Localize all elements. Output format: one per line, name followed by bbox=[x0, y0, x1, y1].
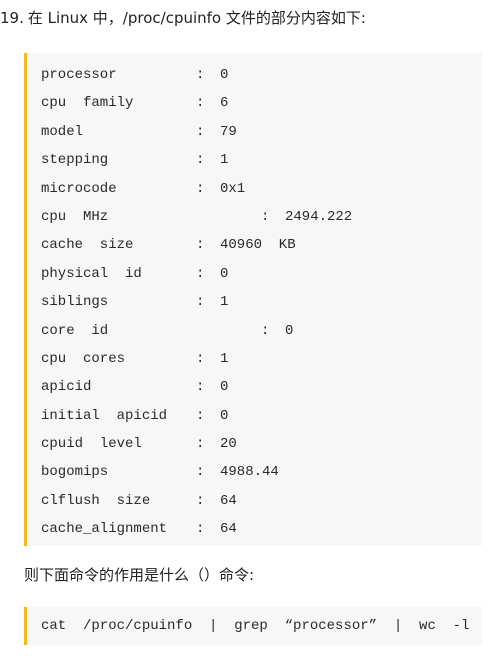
code-value: 20 bbox=[220, 436, 237, 453]
code-line-siblings: siblings : 1 bbox=[27, 288, 482, 316]
code-value: 2494.222 bbox=[285, 208, 353, 225]
code-value: 0 bbox=[285, 322, 294, 339]
code-value: 1 bbox=[220, 294, 229, 311]
command-code-block: cat /proc/cpuinfo | grep “processor” | w… bbox=[24, 607, 482, 645]
code-value: 40960 KB bbox=[220, 237, 296, 254]
code-line-initial-apicid: initial apicid : 0 bbox=[27, 402, 482, 430]
code-key: apicid bbox=[41, 379, 92, 396]
code-key: bogomips bbox=[41, 464, 109, 481]
code-key: microcode bbox=[41, 180, 117, 197]
code-colon: : bbox=[196, 180, 205, 197]
code-line-processor: processor : 0 bbox=[27, 61, 482, 89]
question-number: 19. bbox=[0, 9, 24, 27]
code-line-cpu-mhz: cpu MHz : 2494.222 bbox=[27, 203, 482, 231]
code-line-physical-id: physical id : 0 bbox=[27, 260, 482, 288]
code-colon: : bbox=[196, 95, 205, 112]
code-value: 0x1 bbox=[220, 180, 246, 197]
code-value: 64 bbox=[220, 521, 237, 538]
code-colon: : bbox=[196, 294, 205, 311]
code-colon: : bbox=[196, 350, 205, 367]
code-value: 1 bbox=[220, 350, 229, 367]
code-key: cpu family bbox=[41, 95, 134, 112]
code-line-clflush-size: clflush size : 64 bbox=[27, 487, 482, 515]
code-key: model bbox=[41, 123, 84, 140]
cpuinfo-code-block: processor : 0 cpu family : 6 model : 79 … bbox=[24, 53, 482, 546]
code-key: cache_alignment bbox=[41, 521, 168, 538]
code-line-microcode: microcode : 0x1 bbox=[27, 175, 482, 203]
code-colon: : bbox=[196, 492, 205, 509]
code-colon: : bbox=[196, 464, 205, 481]
code-value: 79 bbox=[220, 123, 237, 140]
code-colon: : bbox=[196, 379, 205, 396]
code-key: initial apicid bbox=[41, 407, 168, 424]
code-line-cache-alignment: cache_alignment : 64 bbox=[27, 515, 482, 543]
code-value: 64 bbox=[220, 492, 237, 509]
code-colon: : bbox=[196, 152, 205, 169]
code-value: 0 bbox=[220, 407, 229, 424]
code-line-cpuid-level: cpuid level : 20 bbox=[27, 430, 482, 458]
code-key: processor bbox=[41, 67, 117, 83]
code-value: 0 bbox=[220, 379, 229, 396]
code-key: cpuid level bbox=[41, 436, 142, 453]
code-key: core id bbox=[41, 322, 109, 339]
code-colon: : bbox=[196, 237, 205, 254]
code-value: 6 bbox=[220, 95, 229, 112]
code-line-model: model : 79 bbox=[27, 118, 482, 146]
follow-up-question: 则下面命令的作用是什么（）命令: bbox=[24, 566, 255, 584]
code-colon: : bbox=[196, 407, 205, 424]
code-colon: : bbox=[261, 208, 270, 225]
code-colon: : bbox=[261, 322, 270, 339]
code-line-bogomips: bogomips : 4988.44 bbox=[27, 458, 482, 486]
command-text: cat /proc/cpuinfo | grep “processor” | w… bbox=[41, 618, 470, 634]
code-key: cache size bbox=[41, 237, 134, 254]
code-value: 0 bbox=[220, 67, 229, 83]
code-colon: : bbox=[196, 436, 205, 453]
code-line-core-id: core id : 0 bbox=[27, 317, 482, 345]
code-key: cpu cores bbox=[41, 350, 126, 367]
code-line-cache-size: cache size : 40960 KB bbox=[27, 231, 482, 259]
code-colon: : bbox=[196, 67, 205, 83]
code-value: 0 bbox=[220, 265, 229, 282]
code-value: 4988.44 bbox=[220, 464, 279, 481]
question-header: 19. 在 Linux 中，/proc/cpuinfo 文件的部分内容如下: bbox=[0, 6, 366, 30]
code-line-apicid: apicid : 0 bbox=[27, 373, 482, 401]
code-key: stepping bbox=[41, 152, 109, 169]
code-line-cpu-family: cpu family : 6 bbox=[27, 89, 482, 117]
code-colon: : bbox=[196, 265, 205, 282]
question-text: 在 Linux 中，/proc/cpuinfo 文件的部分内容如下: bbox=[27, 9, 366, 27]
code-key: clflush size bbox=[41, 492, 151, 509]
code-key: physical id bbox=[41, 265, 142, 282]
code-key: siblings bbox=[41, 294, 109, 311]
code-value: 1 bbox=[220, 152, 229, 169]
code-colon: : bbox=[196, 123, 205, 140]
code-key: cpu MHz bbox=[41, 208, 109, 225]
code-colon: : bbox=[196, 521, 205, 538]
code-line-cpu-cores: cpu cores : 1 bbox=[27, 345, 482, 373]
code-line-stepping: stepping : 1 bbox=[27, 146, 482, 174]
